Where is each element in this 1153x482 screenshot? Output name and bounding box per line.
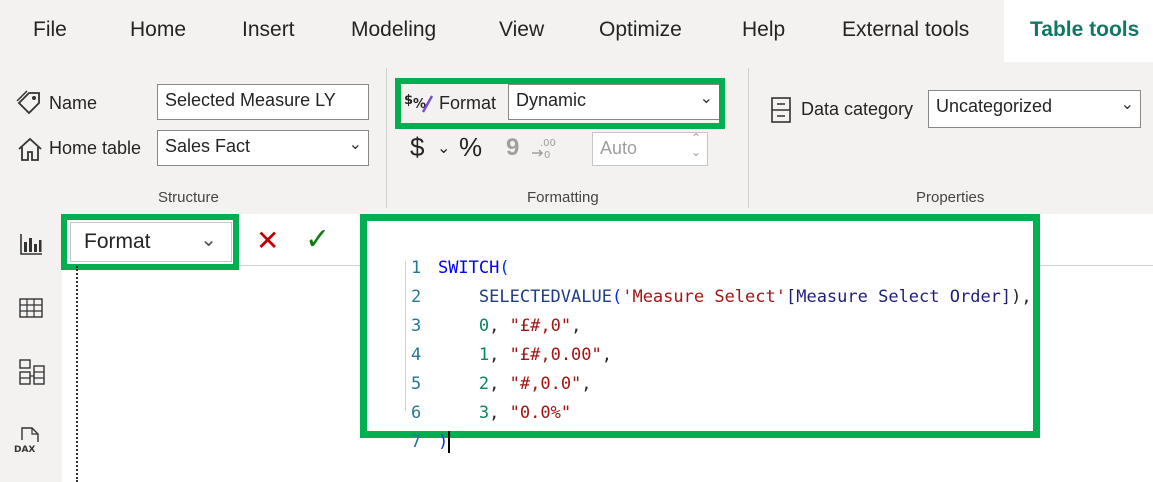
home-table-value: Sales Fact [165,136,251,156]
report-view-icon[interactable] [18,232,44,256]
stepper-down-icon[interactable]: ⌄ [691,145,701,159]
dropdown-highlight-box [61,214,239,270]
structure-group-label: Structure [158,189,219,206]
name-label: Name [49,93,98,113]
code-line: 7) [367,399,451,453]
chevron-down-icon: ⌄ [1120,96,1134,113]
code-line: 2 SELECTEDVALUE('Measure Select'[Measure… [367,254,1032,307]
svg-text:.00: .00 [540,138,556,149]
format-string: "0.0%" [509,403,572,423]
close-paren: ) [437,432,449,452]
separator: , [601,345,613,365]
table-reference: 'Measure Select' [622,287,786,307]
code-line: 3 0, "£#,0", [367,283,581,336]
data-category-select[interactable]: Uncategorized ⌄ [928,90,1141,128]
separator: , [581,374,592,394]
view-sidebar: DAX [0,214,62,482]
tag-icon [16,90,40,115]
ribbon-divider [748,68,749,208]
ribbon-divider [386,68,387,208]
tab-help[interactable]: Help [742,18,785,42]
separator: , [489,403,510,423]
tab-table-tools[interactable]: Table tools [1004,0,1153,62]
tab-insert[interactable]: Insert [242,18,295,42]
code-line: 1 SWITCH( [367,225,510,278]
data-category-icon [771,97,791,123]
format-highlight-box [395,78,725,129]
svg-text:DAX: DAX [14,445,35,454]
svg-text:0: 0 [544,150,550,161]
name-input[interactable]: Selected Measure LY [157,84,369,120]
tab-file[interactable]: File [33,18,67,42]
case-value: 3 [478,403,490,423]
stepper-up-icon[interactable]: ⌃ [691,133,701,145]
tab-optimize[interactable]: Optimize [599,18,682,42]
percent-button[interactable]: % [459,132,482,163]
data-category-value: Uncategorized [936,96,1053,116]
home-icon [18,137,42,161]
commit-icon[interactable]: ✓ [305,222,330,257]
open-paren: ( [611,287,623,307]
name-value: Selected Measure LY [165,90,336,110]
table-view-icon[interactable] [18,296,44,320]
formatting-group-label: Formatting [527,189,599,206]
tab-modeling[interactable]: Modeling [351,18,436,42]
canvas-dotted-guide [76,266,78,482]
tab-external-tools[interactable]: External tools [842,18,969,42]
data-category-label: Data category [801,99,914,119]
model-view-icon[interactable] [18,358,46,388]
cancel-icon[interactable]: ✕ [256,224,279,257]
decimal-places-value: Auto [600,138,638,158]
decimal-places-input[interactable]: Auto ⌃ ⌄ [592,132,708,166]
dax-query-icon[interactable]: DAX [14,424,44,454]
decrease-decimal-icon[interactable]: .00 0 [530,136,560,162]
text-cursor [448,431,451,453]
home-table-label: Home table [49,138,142,158]
close-paren: ), [1011,287,1032,307]
home-table-select[interactable]: Sales Fact ⌄ [157,130,369,166]
code-line: 4 1, "£#,0.00", [367,312,612,365]
code-line: 5 2, "#,0.0", [367,341,592,394]
comma-style-button[interactable]: 9 [506,134,519,162]
line-number: 7 [410,432,422,452]
menu-bar: File Home Insert Modeling View Optimize … [0,0,1153,62]
tab-home[interactable]: Home [130,18,186,42]
chevron-down-icon[interactable]: ⌄ [437,138,450,158]
dax-editor[interactable]: 1 SWITCH( 2 SELECTEDVALUE('Measure Select… [360,214,1040,453]
column-reference: [Measure Select Order] [785,287,1012,307]
currency-button[interactable]: $ [410,132,424,163]
code-line: 6 3, "0.0%" [367,370,571,423]
properties-group-label: Properties [916,189,985,206]
tab-view[interactable]: View [499,18,544,42]
chevron-down-icon: ⌄ [348,136,362,153]
